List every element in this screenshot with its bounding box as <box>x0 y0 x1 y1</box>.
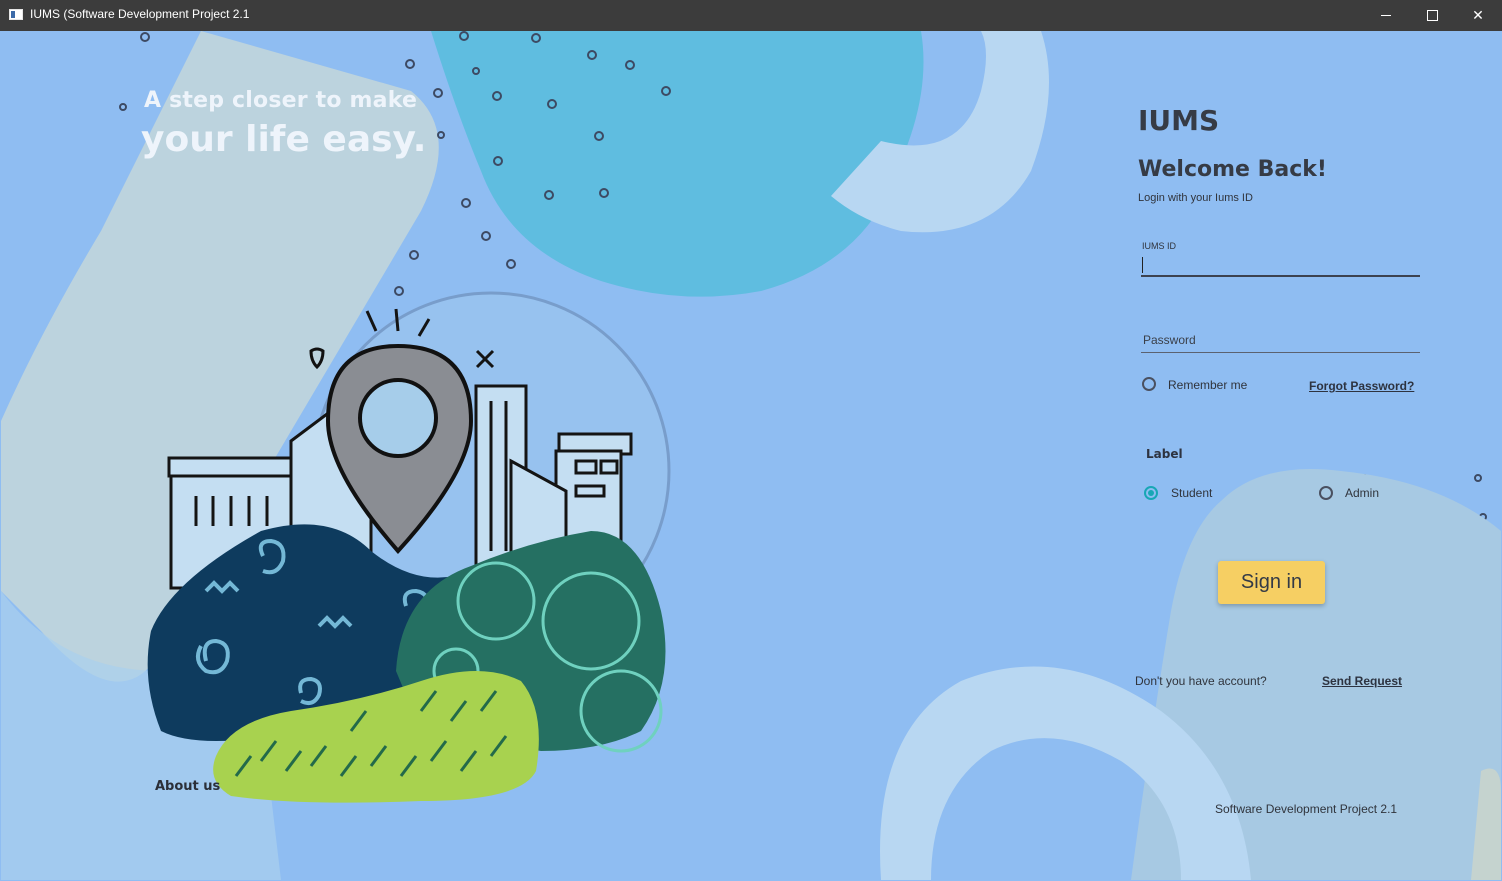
footer-text: Software Development Project 2.1 <box>1215 802 1398 816</box>
text-caret <box>1142 257 1143 273</box>
maximize-button[interactable] <box>1409 0 1455 31</box>
password-input[interactable] <box>1141 327 1420 353</box>
close-icon: ✕ <box>1472 7 1484 24</box>
role-group-heading: Label <box>1146 447 1183 461</box>
tagline-line-1: A step closer to make <box>144 88 418 113</box>
iums-id-label: IUMS ID <box>1142 241 1177 251</box>
about-us-link[interactable]: About us <box>155 779 220 794</box>
minimize-icon <box>1381 15 1391 16</box>
admin-radio[interactable] <box>1319 486 1333 500</box>
login-window: A step closer to make your life easy. Ab… <box>1 31 1501 880</box>
forgot-password-link[interactable]: Forgot Password? <box>1309 379 1414 393</box>
maximize-icon <box>1426 10 1438 21</box>
sign-in-button[interactable]: Sign in <box>1218 561 1325 604</box>
close-button[interactable]: ✕ <box>1455 0 1501 31</box>
admin-label: Admin <box>1345 486 1380 500</box>
remember-me-label: Remember me <box>1168 378 1248 392</box>
student-label: Student <box>1171 486 1213 500</box>
no-account-text: Don't you have account? <box>1135 674 1267 688</box>
remember-me-radio[interactable] <box>1142 377 1156 391</box>
app-window-icon <box>9 9 23 20</box>
send-request-link[interactable]: Send Request <box>1322 674 1402 688</box>
tagline-line-2: your life easy. <box>141 119 427 160</box>
welcome-heading: Welcome Back! <box>1138 157 1327 182</box>
title-bar: IUMS (Software Development Project 2.1 ✕ <box>0 0 1502 31</box>
window-title: IUMS (Software Development Project 2.1 <box>30 7 250 21</box>
app-name: IUMS <box>1138 104 1220 137</box>
login-subtitle: Login with your Iums ID <box>1138 192 1253 204</box>
student-radio[interactable] <box>1144 486 1158 500</box>
minimize-button[interactable] <box>1363 0 1409 31</box>
iums-id-input[interactable] <box>1141 253 1420 277</box>
